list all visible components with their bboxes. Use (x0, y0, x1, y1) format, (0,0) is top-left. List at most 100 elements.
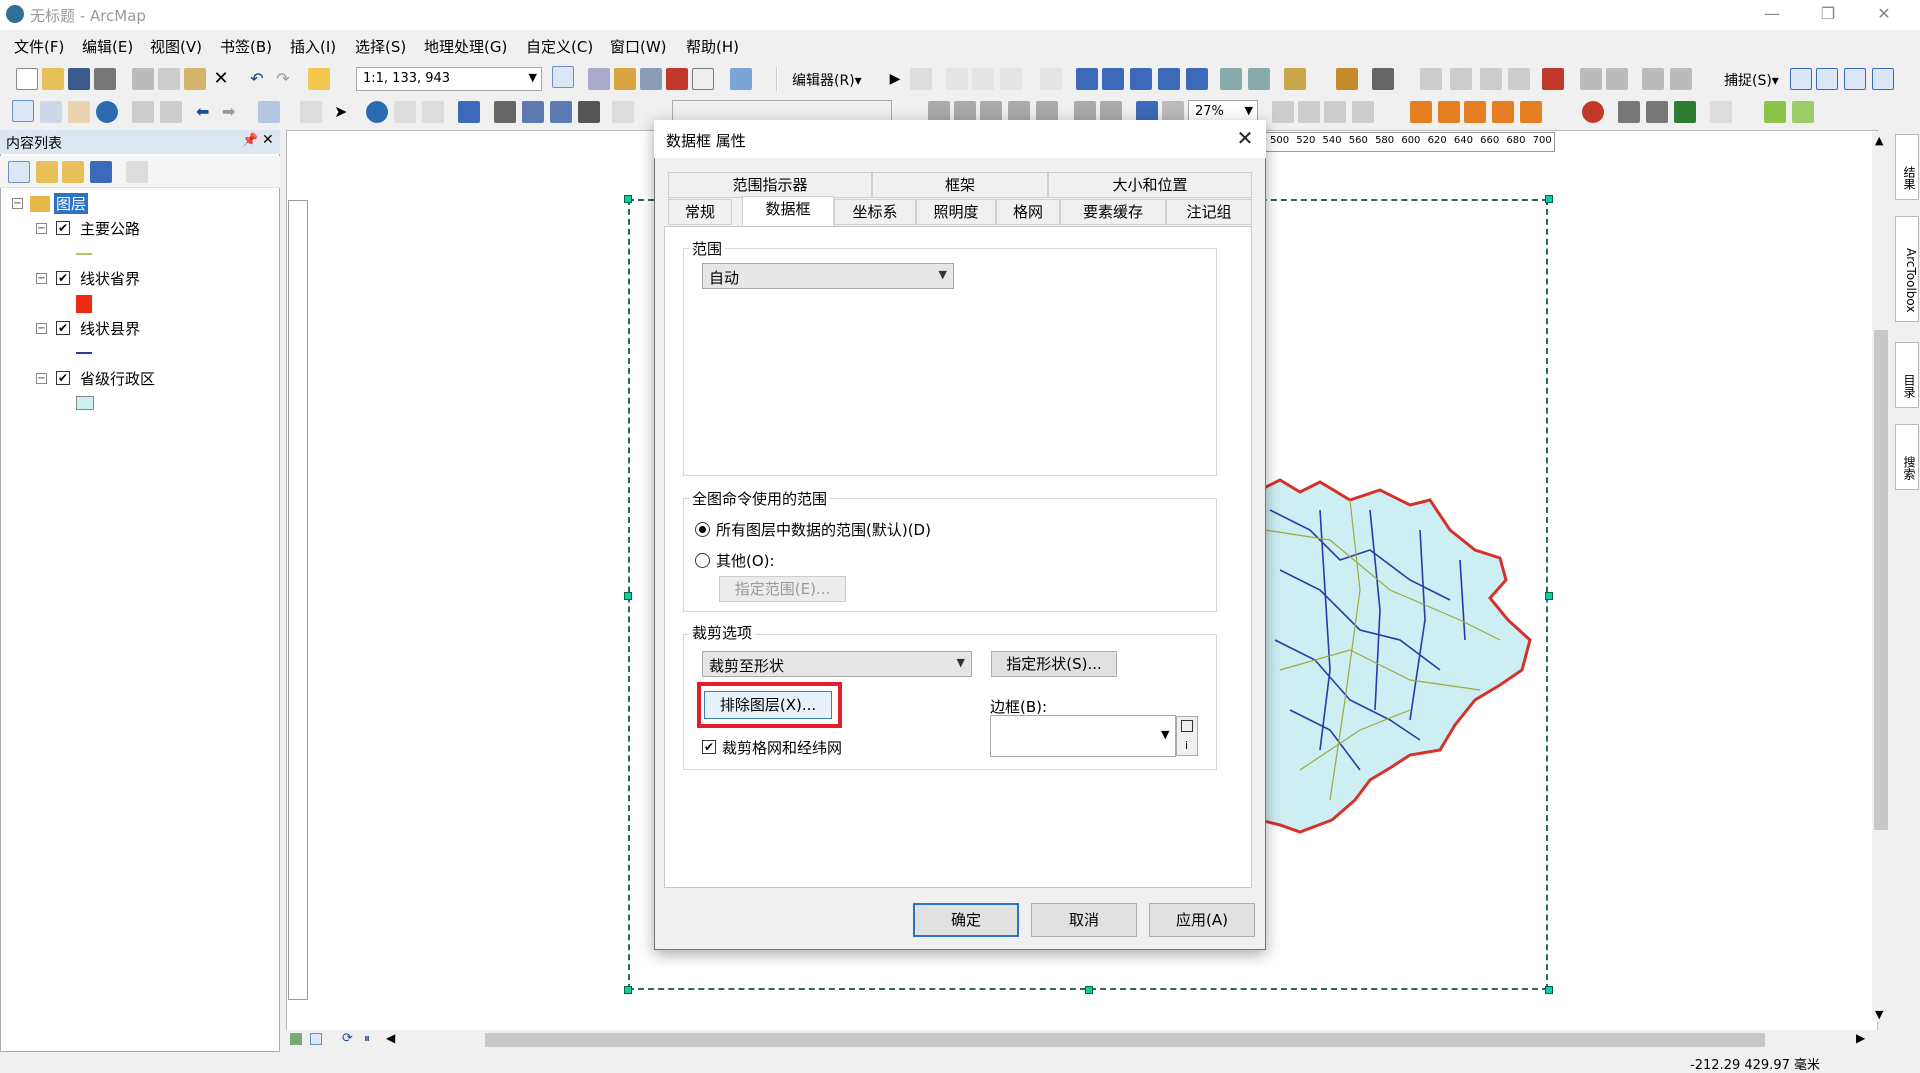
expander-icon[interactable]: − (36, 223, 47, 234)
pin-icon[interactable]: 📌 (242, 133, 258, 148)
split-icon[interactable] (1040, 68, 1062, 90)
dock-tab-catalog[interactable]: 目录 (1895, 342, 1919, 408)
save-icon[interactable] (68, 68, 90, 90)
point-snap-icon[interactable] (1790, 68, 1812, 90)
open-folder-icon[interactable] (42, 68, 64, 90)
option-other-radio[interactable] (695, 553, 710, 568)
scroll-left-icon[interactable]: ◀ (386, 1031, 395, 1045)
scroll-right-icon[interactable]: ▶ (1856, 1031, 1865, 1045)
restore-icon[interactable]: ❐ (1800, 0, 1856, 30)
dock-tab-search[interactable]: 搜索 (1895, 424, 1919, 490)
list-by-source-icon[interactable] (36, 161, 58, 183)
show-shared-icon[interactable] (1438, 101, 1460, 123)
dialog-close-icon[interactable]: ✕ (1230, 124, 1260, 154)
minimize-icon[interactable]: — (1744, 0, 1800, 30)
time-slider-icon[interactable] (578, 101, 600, 123)
resize-handle[interactable] (624, 986, 632, 994)
pause-icon[interactable]: ⏸ (364, 1031, 370, 1046)
resize-handle[interactable] (624, 195, 632, 203)
extend-icon[interactable] (1480, 68, 1502, 90)
menu-geoprocessing[interactable]: 地理处理(G) (424, 36, 507, 57)
scroll-down-icon[interactable]: ▼ (1875, 1008, 1883, 1021)
layer-visibility-checkbox[interactable]: ✔ (56, 321, 70, 335)
change-layout-icon[interactable] (1324, 101, 1346, 123)
layer-visibility-checkbox[interactable]: ✔ (56, 271, 70, 285)
trim-icon[interactable] (1508, 68, 1530, 90)
modelbuilder-icon[interactable] (730, 68, 752, 90)
straight-segment-icon[interactable] (946, 68, 968, 90)
data-view-icon[interactable] (290, 1033, 302, 1045)
menu-customize[interactable]: 自定义(C) (526, 36, 593, 57)
list-by-visibility-icon[interactable] (62, 161, 84, 183)
menu-selection[interactable]: 选择(S) (355, 36, 406, 57)
menu-help[interactable]: 帮助(H) (686, 36, 739, 57)
specify-extent-button[interactable]: 指定范围(E)... (719, 576, 846, 602)
fixed-zoom-in-icon[interactable] (132, 101, 154, 123)
apply-button[interactable]: 应用(A) (1149, 903, 1255, 937)
vertex-snap-icon[interactable] (1844, 68, 1866, 90)
smooth-icon[interactable] (1606, 68, 1628, 90)
python-icon[interactable] (692, 68, 714, 90)
tab-data-frame[interactable]: 数据框 (742, 196, 834, 227)
copy-icon[interactable] (158, 68, 180, 90)
ok-button[interactable]: 确定 (913, 903, 1019, 937)
rotate-icon[interactable] (1186, 68, 1208, 90)
resize-handle[interactable] (1085, 986, 1093, 994)
layout-view-icon[interactable] (310, 1033, 322, 1045)
layer-visibility-checkbox[interactable]: ✔ (56, 221, 70, 235)
go-back-icon[interactable]: ⬅ (196, 101, 218, 123)
identify-icon[interactable] (366, 101, 388, 123)
horizontal-scroll-thumb[interactable] (485, 1033, 1765, 1047)
geodatabase-icon[interactable] (1792, 101, 1814, 123)
tab-frame[interactable]: 框架 (872, 172, 1048, 198)
expander-icon[interactable]: − (36, 273, 47, 284)
redo-icon[interactable]: ↷ (272, 68, 294, 90)
search-window-icon[interactable] (640, 68, 662, 90)
resize-handle[interactable] (1545, 592, 1553, 600)
fixed-zoom-out-icon[interactable] (160, 101, 182, 123)
create-features-icon[interactable] (1284, 68, 1306, 90)
toc-layer-county-boundary[interactable]: 线状县界 (80, 318, 140, 339)
fillet-icon[interactable] (1670, 68, 1692, 90)
expander-icon[interactable]: − (36, 323, 47, 334)
spatial-adjust-icon[interactable] (1618, 101, 1640, 123)
resize-handle[interactable] (1545, 986, 1553, 994)
menu-window[interactable]: 窗口(W) (610, 36, 667, 57)
menu-bookmarks[interactable]: 书签(B) (220, 36, 272, 57)
zoom-in-icon[interactable] (12, 100, 34, 122)
tab-grids[interactable]: 格网 (996, 199, 1060, 225)
menu-insert[interactable]: 插入(I) (290, 36, 336, 57)
cad-icon[interactable] (1764, 101, 1786, 123)
resize-handle[interactable] (1545, 195, 1553, 203)
trace-icon[interactable] (972, 68, 994, 90)
dock-tab-results[interactable]: 结果 (1895, 134, 1919, 200)
refresh-icon[interactable]: ⟳ (342, 1031, 353, 1046)
resize-handle[interactable] (624, 592, 632, 600)
close-icon[interactable]: ✕ (1856, 0, 1912, 30)
topology-icon[interactable] (1076, 68, 1098, 90)
editor-toolbar-icon[interactable] (552, 66, 574, 88)
cut-icon[interactable] (132, 68, 154, 90)
focus-data-frame-icon[interactable] (1298, 101, 1320, 123)
reshape-icon[interactable] (1102, 68, 1124, 90)
extent-select[interactable]: 自动 ▼ (702, 263, 954, 289)
advanced-editing-icon[interactable] (1420, 68, 1442, 90)
network-icon[interactable] (1646, 101, 1668, 123)
snapping-menu[interactable]: 捕捉(S)▾ (1724, 70, 1779, 90)
table-icon[interactable] (588, 68, 610, 90)
go-forward-icon[interactable]: ➡ (222, 101, 244, 123)
options-icon[interactable] (126, 161, 148, 183)
border-select[interactable]: ▼ (990, 715, 1176, 757)
edit-annotation-icon[interactable] (910, 68, 932, 90)
tab-annotation-groups[interactable]: 注记组 (1166, 199, 1252, 225)
attributes-icon[interactable] (1220, 68, 1242, 90)
georeferencing-icon[interactable] (1372, 68, 1394, 90)
toc-root-layers[interactable]: 图层 (54, 193, 89, 214)
measure-icon[interactable] (458, 101, 480, 123)
find-icon[interactable] (494, 101, 516, 123)
menu-file[interactable]: 文件(F) (14, 36, 64, 57)
midpoint-icon[interactable] (1492, 101, 1514, 123)
arctoolbox-icon[interactable] (666, 68, 688, 90)
generalize-icon[interactable] (1580, 68, 1602, 90)
topology-edit-icon[interactable] (1410, 101, 1432, 123)
